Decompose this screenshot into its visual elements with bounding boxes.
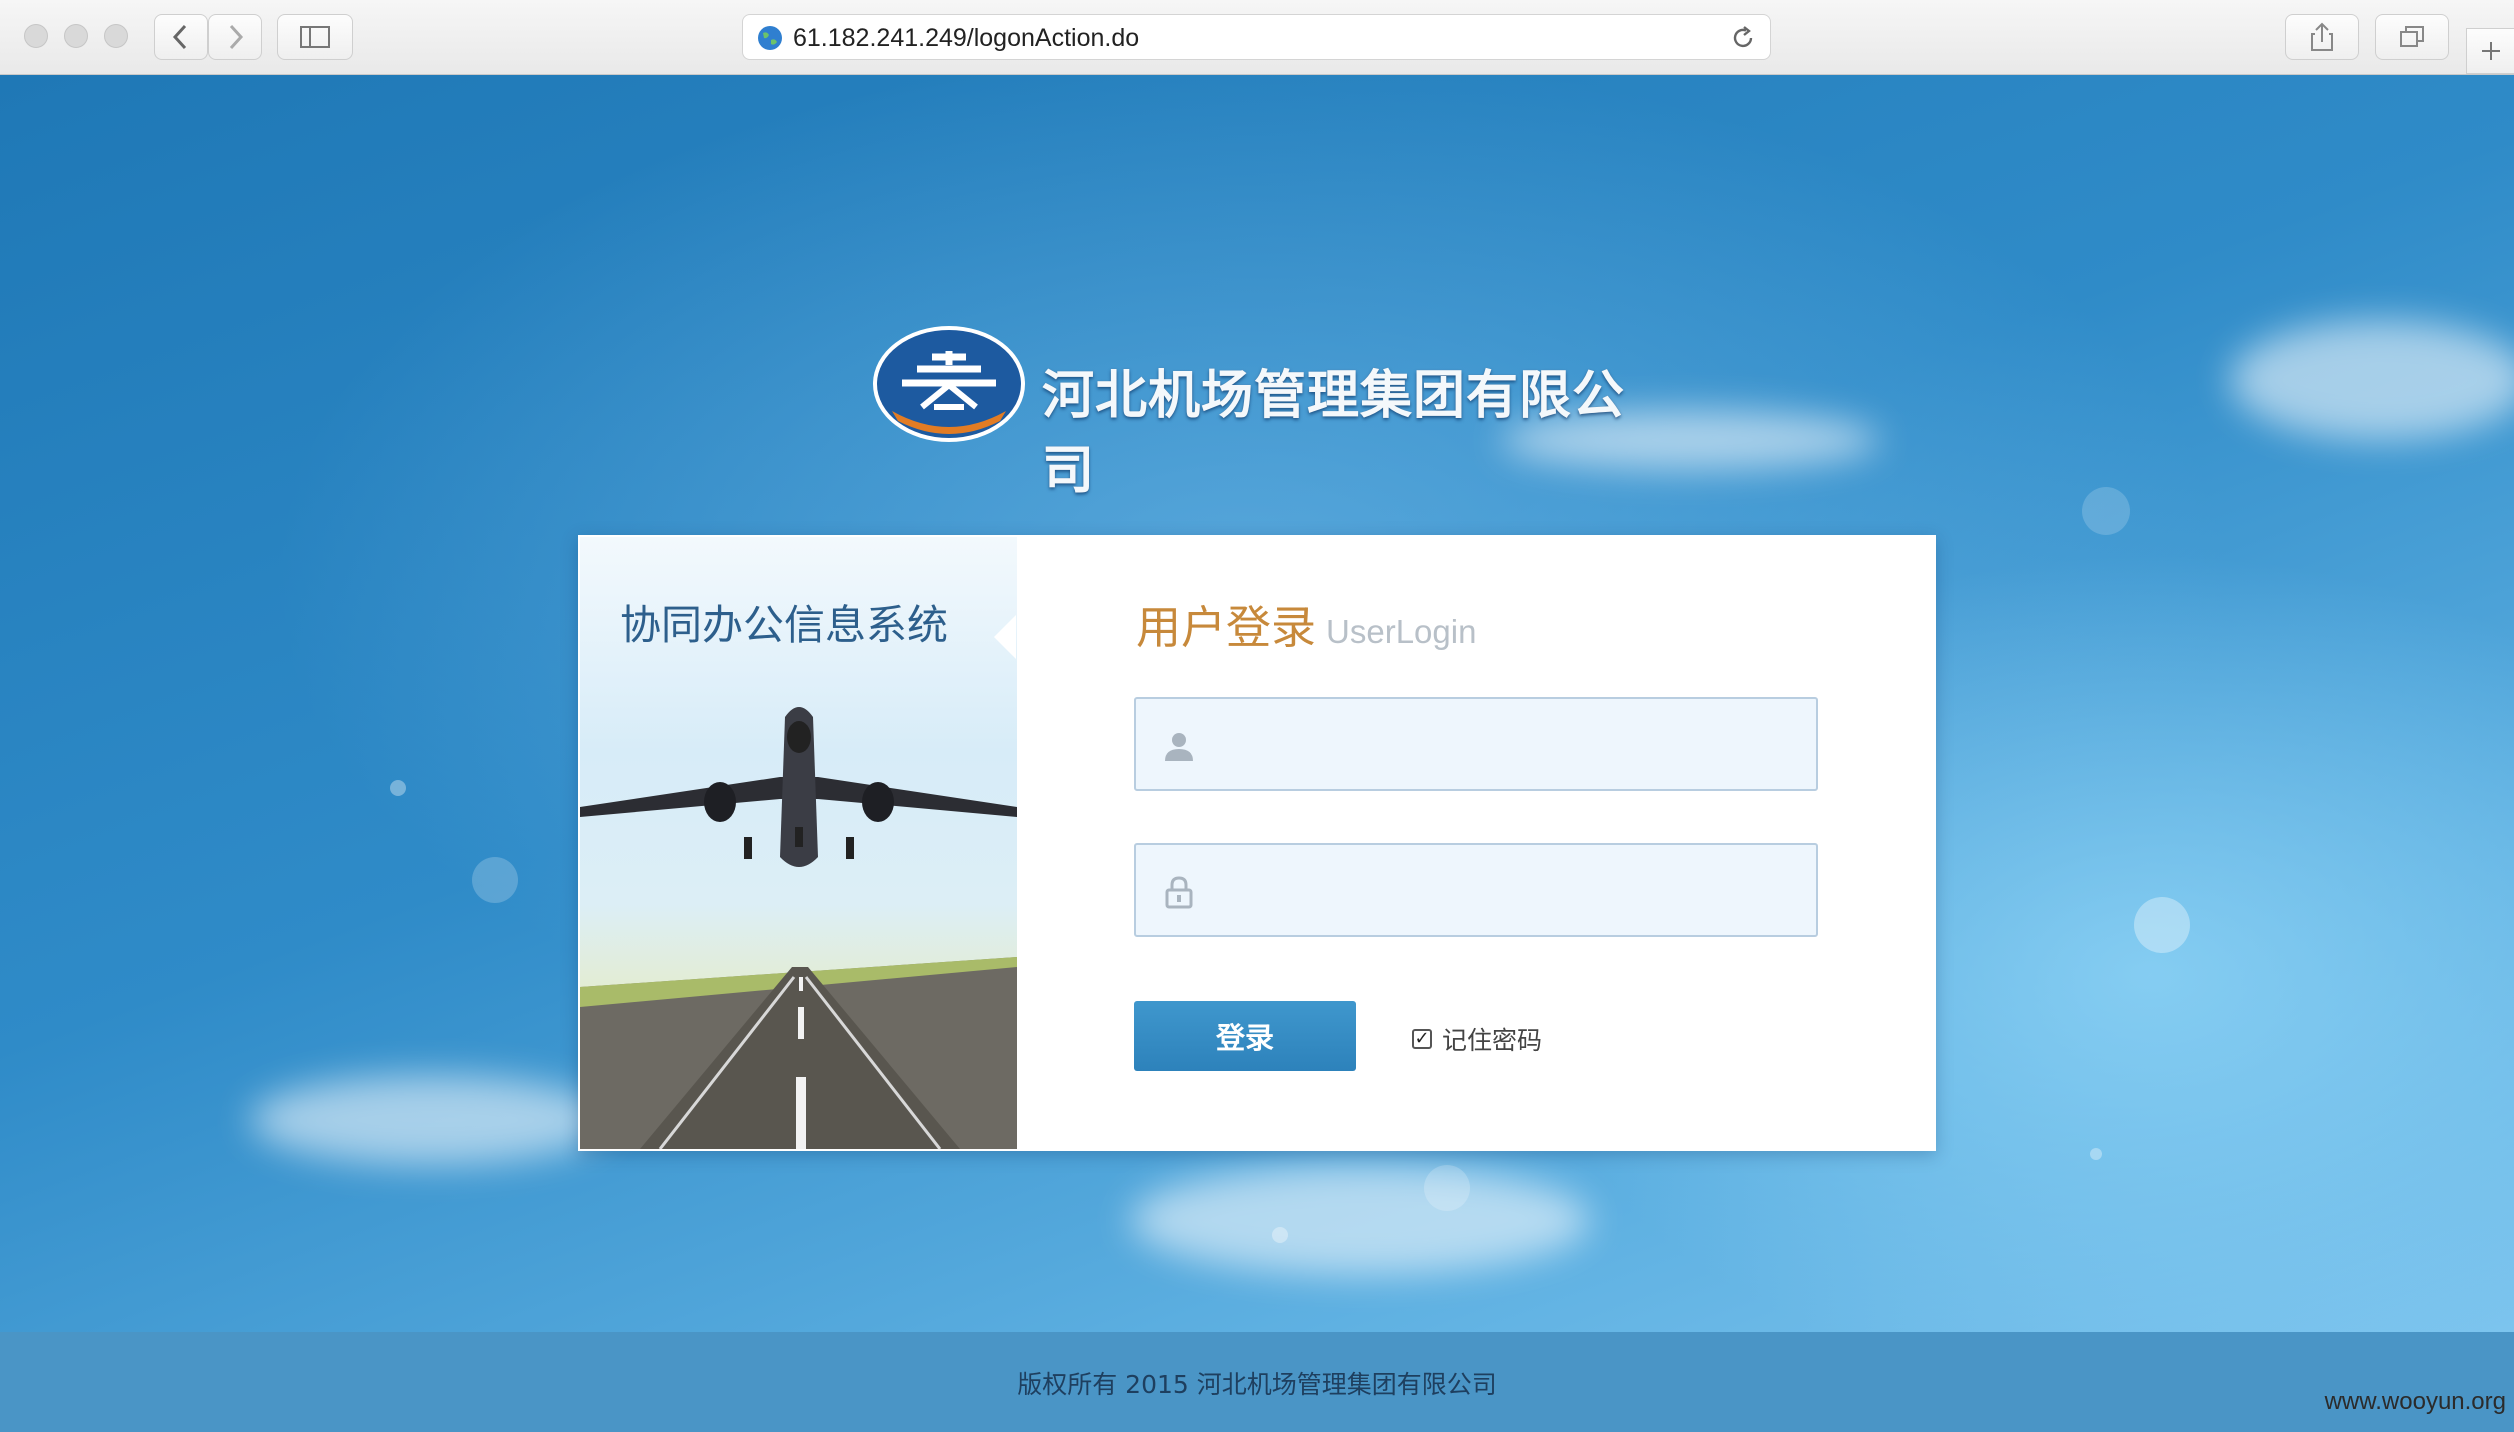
tabs-icon [2400,26,2424,47]
cloud-decoration [2230,320,2514,440]
forward-button[interactable] [208,14,262,60]
copyright-text: 版权所有 2015 河北机场管理集团有限公司 [1017,1370,1497,1399]
share-icon [2311,22,2333,51]
zoom-window-button[interactable] [104,24,128,48]
login-title-en: UserLogin [1326,613,1477,650]
airplane-runway-image [580,707,1017,1149]
username-input[interactable] [1216,699,1800,791]
bokeh-decoration [390,780,406,796]
cloud-decoration [250,1075,610,1165]
bokeh-decoration [2090,1148,2102,1160]
cloud-decoration [1130,1165,1590,1275]
password-field[interactable] [1134,843,1818,937]
address-bar[interactable]: 61.182.241.249/logonAction.do [742,14,1771,60]
back-button[interactable] [154,14,208,60]
browser-toolbar: 61.182.241.249/logonAction.do [0,0,2514,75]
new-tab-button[interactable] [2466,28,2514,74]
bokeh-decoration [2082,487,2130,535]
password-input[interactable] [1216,845,1800,937]
globe-icon [758,26,782,50]
chevron-left-icon [172,24,187,50]
username-field[interactable] [1134,697,1818,791]
url-text[interactable]: 61.182.241.249/logonAction.do [793,24,1139,53]
user-icon [1165,733,1193,761]
remember-password[interactable]: ✓ 记住密码 [1412,1021,1542,1057]
remember-label: 记住密码 [1442,1026,1543,1055]
close-window-button[interactable] [24,24,48,48]
reload-icon[interactable] [1730,25,1756,51]
sidebar-button[interactable] [277,14,353,60]
login-title: 用户登录 UserLogin [1136,591,1476,656]
bokeh-decoration [1272,1227,1288,1243]
airport-emblem-icon [873,326,1025,442]
lock-icon [1165,876,1193,909]
company-logo: 河北机场管理集团有限公司 [872,325,1672,501]
plus-icon [2481,42,2500,60]
login-page-background: 河北机场管理集团有限公司 协同办公信息系统 用户登录 UserLogin 登录 … [0,75,2514,1332]
chevron-right-icon [229,24,244,50]
tabs-overview-button[interactable] [2375,14,2449,60]
sidebar-icon [300,26,330,48]
share-button[interactable] [2285,14,2359,60]
panel-arrow [994,615,1016,659]
login-button[interactable]: 登录 [1134,1001,1356,1071]
airplane-banner: 协同办公信息系统 [580,537,1017,1149]
login-title-cn: 用户登录 [1136,601,1317,654]
minimize-window-button[interactable] [64,24,88,48]
bokeh-decoration [1424,1165,1470,1211]
company-name: 河北机场管理集团有限公司 [1042,366,1626,501]
bokeh-decoration [472,857,518,903]
login-panel: 协同办公信息系统 用户登录 UserLogin 登录 ✓ 记住密码 [578,535,1936,1151]
bokeh-decoration [2134,897,2190,953]
remember-checkbox[interactable]: ✓ [1412,1029,1432,1049]
watermark: www.wooyun.org [2324,1388,2506,1415]
